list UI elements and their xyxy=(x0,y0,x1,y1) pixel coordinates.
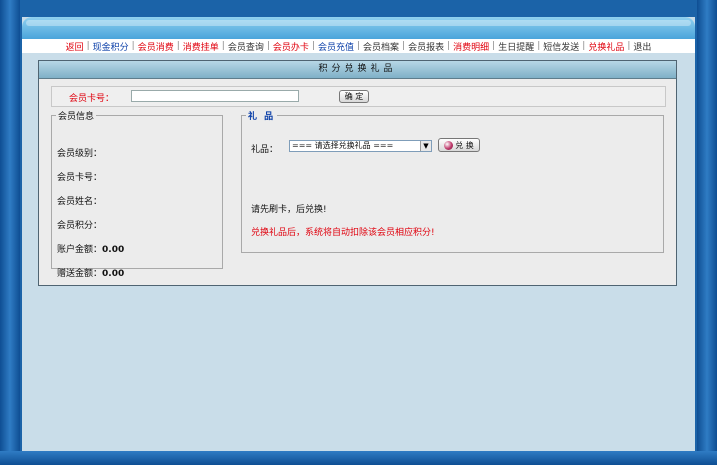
nav-item-2[interactable]: 会员消费 xyxy=(135,40,177,53)
nav-item-10[interactable]: 生日提醒 xyxy=(495,40,537,53)
nav-item-11[interactable]: 短信发送 xyxy=(540,40,582,53)
member-points-label: 会员积分： xyxy=(57,221,103,231)
nav-item-4[interactable]: 会员查询 xyxy=(225,40,267,53)
gift-select[interactable]: === 请选择兑换礼品 === ▼ xyxy=(289,140,432,152)
frame-left xyxy=(0,0,20,465)
gift-icon xyxy=(444,140,454,150)
nav-item-0[interactable]: 返回 xyxy=(63,40,87,53)
confirm-button[interactable]: 确 定 xyxy=(339,90,369,103)
gift-legend: 礼 品 xyxy=(248,112,276,122)
nav-item-13[interactable]: 退出 xyxy=(630,40,654,53)
frame-right xyxy=(697,0,717,465)
panel-title: 积分兑换礼品 xyxy=(39,61,676,79)
gift-amount-label: 赠送金额： xyxy=(57,269,103,279)
exchange-button[interactable]: 兑 换 xyxy=(438,138,480,152)
account-balance-value: 0.00 xyxy=(102,245,125,255)
gift-group: 礼 品 礼品： === 请选择兑换礼品 === ▼ 兑 换 请先刷卡，后兑换! … xyxy=(241,109,664,253)
account-balance-label: 账户金额： xyxy=(57,245,103,255)
nav-item-6[interactable]: 会员充值 xyxy=(315,40,357,53)
member-card-label: 会员卡号： xyxy=(57,173,103,183)
gift-select-value: === 请选择兑换礼品 === xyxy=(292,141,394,150)
gift-amount-row: 赠送金额：0.00 xyxy=(57,266,124,279)
nav-item-1[interactable]: 现金积分 xyxy=(90,40,132,53)
frame-bottom xyxy=(0,451,717,465)
exchange-button-label: 兑 换 xyxy=(455,140,474,150)
swipe-card-hint: 请先刷卡，后兑换! xyxy=(251,205,327,215)
member-name-label: 会员姓名： xyxy=(57,197,103,207)
top-banner-shine xyxy=(26,20,691,26)
nav-item-3[interactable]: 消费挂单 xyxy=(180,40,222,53)
nav-item-8[interactable]: 会员报表 xyxy=(405,40,447,53)
member-info-legend: 会员信息 xyxy=(58,112,95,122)
nav-item-12[interactable]: 兑换礼品 xyxy=(585,40,627,53)
content-area: 返回 | 现金积分 | 会员消费 | 消费挂单 | 会员查询 | 会员办卡 | 会员充值 | 会员档案 | 会员… xyxy=(22,17,695,451)
gift-label: 礼品： xyxy=(251,145,279,155)
card-number-input[interactable] xyxy=(131,90,299,102)
member-name-row: 会员姓名： xyxy=(57,194,102,207)
nav-item-5[interactable]: 会员办卡 xyxy=(270,40,312,53)
gift-amount-value: 0.00 xyxy=(102,269,125,279)
nav-item-9[interactable]: 消费明细 xyxy=(450,40,492,53)
card-number-label: 会员卡号： xyxy=(69,94,115,104)
member-points-row: 会员积分： xyxy=(57,218,102,231)
card-number-row: 会员卡号： 确 定 xyxy=(51,86,666,107)
member-card-row: 会员卡号： xyxy=(57,170,102,183)
nav-bar: 返回 | 现金积分 | 会员消费 | 消费挂单 | 会员查询 | 会员办卡 | 会员充值 | 会员档案 | 会员… xyxy=(22,39,695,53)
member-level-row: 会员级别： xyxy=(57,146,102,159)
nav-item-7[interactable]: 会员档案 xyxy=(360,40,402,53)
points-deduction-notice: 兑换礼品后，系统将自动扣除该会员相应积分! xyxy=(251,228,435,238)
account-balance-row: 账户金额：0.00 xyxy=(57,242,124,255)
member-info-group: 会员信息 会员级别： 会员卡号： 会员姓名： 会员积分： 账户金额：0.00 赠… xyxy=(51,109,223,279)
chevron-down-icon[interactable]: ▼ xyxy=(420,141,431,151)
gift-exchange-panel: 积分兑换礼品 会员卡号： 确 定 会员信息 会员级别： 会员卡号： 会员姓名： … xyxy=(38,60,677,286)
top-banner xyxy=(22,17,695,39)
member-level-label: 会员级别： xyxy=(57,149,103,159)
